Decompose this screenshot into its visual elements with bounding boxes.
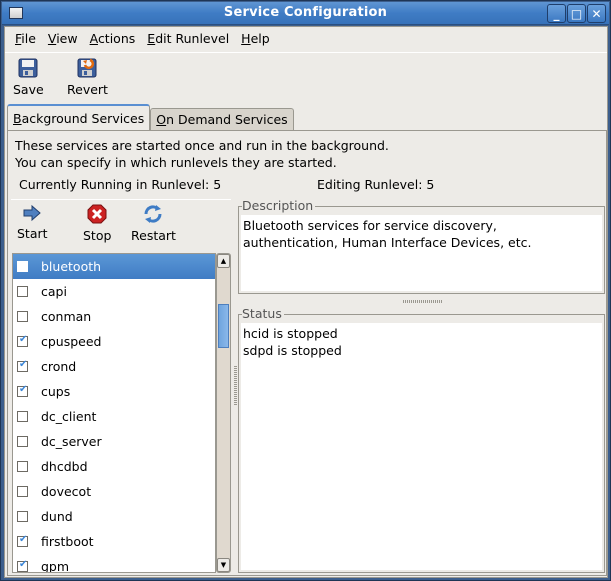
stop-button[interactable]: Stop: [83, 204, 111, 243]
scrollbar-thumb[interactable]: [218, 304, 229, 348]
background-services-page: These services are started once and run …: [7, 130, 607, 576]
service-checkbox[interactable]: [17, 286, 28, 297]
service-row[interactable]: dc_server: [13, 429, 215, 454]
service-checkbox[interactable]: [17, 486, 28, 497]
maximize-icon: □: [570, 6, 583, 21]
description-text: Bluetooth services for service discovery…: [241, 215, 602, 291]
status-frame: Status hcid is stopped sdpd is stopped: [238, 306, 605, 573]
tab-background-services[interactable]: Background Services: [7, 104, 151, 130]
service-checkbox[interactable]: [17, 261, 28, 272]
pane-splitter-horizontal[interactable]: [403, 300, 443, 303]
service-checkbox[interactable]: [17, 461, 28, 472]
service-row[interactable]: capi: [13, 279, 215, 304]
start-arrow-icon: [23, 204, 42, 222]
service-checkbox[interactable]: [17, 384, 28, 397]
services-list[interactable]: bluetooth capi conman cpuspeed crond cup…: [12, 253, 216, 573]
app-window: Service Configuration _ □ ✕ File View Ac…: [0, 0, 611, 581]
title-bar[interactable]: Service Configuration _ □ ✕: [2, 2, 609, 25]
revert-label: Revert: [67, 82, 108, 97]
status-label: Status: [242, 306, 284, 321]
menu-file-rest: ile: [21, 30, 36, 46]
service-row[interactable]: cups: [13, 379, 215, 404]
service-row[interactable]: cpuspeed: [13, 329, 215, 354]
arrow-up-icon: ▲: [220, 257, 227, 265]
service-checkbox[interactable]: [17, 411, 28, 422]
tab-background-services-label: Background Services: [13, 110, 145, 126]
service-checkbox[interactable]: [17, 436, 28, 447]
menu-bar: File View Actions Edit Runlevel Help: [5, 27, 607, 49]
description-label: Description: [242, 198, 316, 213]
description-frame: Description Bluetooth services for servi…: [238, 198, 605, 294]
menu-view[interactable]: View: [42, 31, 84, 46]
service-row[interactable]: dhcdbd: [13, 454, 215, 479]
service-row[interactable]: firstboot: [13, 529, 215, 554]
window-title: Service Configuration: [223, 5, 388, 20]
service-row[interactable]: dc_client: [13, 404, 215, 429]
editing-runlevel-label: Editing Runlevel: 5: [317, 177, 435, 192]
close-icon: ✕: [591, 6, 602, 21]
service-row[interactable]: dund: [13, 504, 215, 529]
service-checkbox[interactable]: [17, 311, 28, 322]
stop-icon: [87, 204, 107, 224]
close-button[interactable]: ✕: [587, 4, 606, 23]
pane-splitter-vertical[interactable]: [234, 366, 237, 406]
service-row[interactable]: dovecot: [13, 479, 215, 504]
restart-icon: [144, 205, 162, 223]
service-checkbox[interactable]: [17, 359, 28, 372]
main-toolbar: Save Revert: [5, 52, 607, 100]
service-checkbox[interactable]: [17, 334, 28, 347]
maximize-button[interactable]: □: [567, 4, 586, 23]
tab-on-demand-services[interactable]: On Demand Services: [150, 108, 294, 130]
floppy-save-icon: [18, 58, 38, 78]
revert-button[interactable]: Revert: [67, 57, 108, 97]
minimize-button[interactable]: _: [547, 4, 566, 23]
restart-button[interactable]: Restart: [131, 204, 176, 243]
tab-on-demand-services-label: On Demand Services: [156, 112, 288, 127]
service-checkbox[interactable]: [17, 559, 28, 572]
service-row[interactable]: conman: [13, 304, 215, 329]
service-checkbox[interactable]: [17, 511, 28, 522]
service-row[interactable]: gpm: [13, 554, 215, 572]
menu-actions[interactable]: Actions: [84, 31, 142, 46]
menu-file[interactable]: File: [9, 31, 42, 46]
minimize-icon: _: [553, 6, 560, 21]
services-scrollbar[interactable]: ▲ ▼: [216, 253, 231, 573]
service-row[interactable]: crond: [13, 354, 215, 379]
start-button[interactable]: Start: [17, 204, 48, 241]
arrow-down-icon: ▼: [220, 561, 227, 569]
status-text: hcid is stopped sdpd is stopped: [241, 323, 602, 570]
intro-text: These services are started once and run …: [15, 138, 389, 170]
service-row[interactable]: bluetooth: [13, 254, 215, 279]
tab-bar: Background Services On Demand Services: [7, 104, 294, 130]
save-label: Save: [13, 82, 44, 97]
window-content: File View Actions Edit Runlevel Help Sav…: [4, 26, 608, 578]
service-checkbox[interactable]: [17, 534, 28, 547]
scroll-up-button[interactable]: ▲: [217, 254, 230, 268]
menu-help[interactable]: Help: [235, 31, 276, 46]
revert-icon: [77, 58, 97, 78]
current-runlevel-label: Currently Running in Runlevel: 5: [19, 177, 222, 192]
service-toolbar: Start Stop Restart: [11, 199, 231, 247]
scroll-down-button[interactable]: ▼: [217, 558, 230, 572]
menu-edit-runlevel[interactable]: Edit Runlevel: [141, 31, 235, 46]
save-button[interactable]: Save: [13, 57, 44, 97]
